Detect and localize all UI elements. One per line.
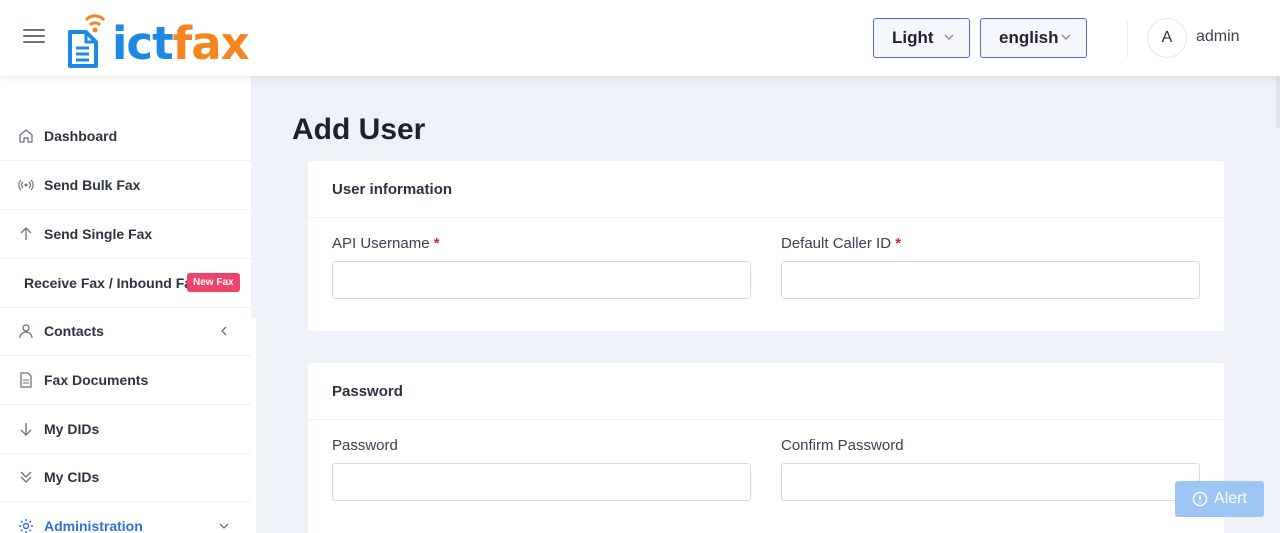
arrow-up-icon: [20, 227, 32, 240]
sidebar-item-fax-documents[interactable]: Fax Documents: [0, 356, 251, 405]
header-divider: [1127, 20, 1128, 58]
password-label: Password: [332, 437, 398, 454]
sidebar-item-label: Contacts: [44, 323, 104, 339]
confirm-password-label: Confirm Password: [781, 437, 904, 454]
user-icon: [19, 324, 33, 339]
sidebar-edge: [251, 318, 256, 533]
language-select[interactable]: english: [980, 18, 1087, 58]
required-mark: *: [433, 235, 440, 252]
default-caller-id-label-text: Default Caller ID: [781, 235, 892, 252]
double-chevron-down-icon: [20, 471, 32, 483]
alert-button[interactable]: Alert: [1175, 481, 1264, 517]
user-information-card: User information API Username * Default …: [308, 161, 1224, 331]
hamburger-menu-icon[interactable]: [23, 29, 45, 45]
page-title: Add User: [292, 113, 426, 146]
ictfax-logo[interactable]: ictfax: [66, 8, 250, 70]
logo-fax: fax: [172, 17, 250, 70]
sidebar-item-my-dids[interactable]: My DIDs: [0, 405, 251, 454]
language-select-value: english: [999, 28, 1059, 47]
sidebar-item-label: Fax Documents: [44, 372, 149, 388]
chevron-left-icon: [221, 326, 227, 336]
home-icon: [19, 129, 33, 143]
sidebar-item-contacts[interactable]: Contacts: [0, 307, 251, 356]
page-scrollbar[interactable]: [1276, 76, 1280, 128]
sidebar-item-label: Administration: [44, 518, 143, 533]
chevron-down-icon: [944, 34, 954, 41]
card-heading: Password: [308, 363, 1224, 420]
arrow-down-icon: [20, 423, 32, 436]
new-fax-badge: New Fax: [187, 273, 240, 292]
username[interactable]: admin: [1196, 28, 1240, 46]
info-circle-icon: [1192, 491, 1208, 507]
default-caller-id-label: Default Caller ID *: [781, 235, 901, 252]
sidebar-item-send-bulk-fax[interactable]: Send Bulk Fax: [0, 161, 251, 210]
chevron-down-icon: [219, 523, 229, 529]
sidebar-item-label: Send Bulk Fax: [44, 177, 141, 193]
logo-text: ictfax: [112, 21, 250, 66]
chevron-down-icon: [1061, 34, 1071, 41]
confirm-password-input[interactable]: [781, 463, 1200, 501]
document-icon: [20, 372, 32, 388]
password-card: Password Password Confirm Password: [308, 363, 1224, 533]
required-mark: *: [895, 235, 902, 252]
sidebar-item-label: My CIDs: [44, 469, 100, 485]
sidebar-item-send-single-fax[interactable]: Send Single Fax: [0, 210, 251, 259]
theme-select-value: Light: [892, 28, 934, 47]
sidebar: Dashboard Send Bulk Fax Send Single Fax …: [0, 76, 251, 533]
api-username-label: API Username *: [332, 235, 440, 252]
logo-ict: ict: [112, 17, 174, 70]
top-header: ictfax Light english A admin: [0, 0, 1280, 76]
api-username-label-text: API Username: [332, 235, 430, 252]
sidebar-item-label: Dashboard: [44, 128, 118, 144]
card-heading: User information: [308, 161, 1224, 218]
theme-select[interactable]: Light: [873, 18, 970, 58]
password-input[interactable]: [332, 463, 751, 501]
sidebar-item-label: My DIDs: [44, 421, 100, 437]
sidebar-item-dashboard[interactable]: Dashboard: [0, 112, 251, 161]
api-username-input[interactable]: [332, 261, 751, 299]
sidebar-item-administration[interactable]: Administration: [0, 502, 251, 533]
sidebar-item-label: Send Single Fax: [44, 226, 153, 242]
avatar[interactable]: A: [1147, 18, 1187, 58]
alert-button-label: Alert: [1214, 490, 1247, 507]
sidebar-item-my-cids[interactable]: My CIDs: [0, 453, 251, 502]
default-caller-id-input[interactable]: [781, 261, 1200, 299]
fax-document-logo-icon: [68, 14, 106, 68]
sidebar-item-receive-fax[interactable]: Receive Fax / Inbound Fax New Fax: [0, 259, 251, 308]
broadcast-icon: [18, 179, 34, 191]
gear-icon: [19, 519, 33, 533]
sidebar-item-label: Receive Fax / Inbound Fax: [24, 275, 200, 291]
